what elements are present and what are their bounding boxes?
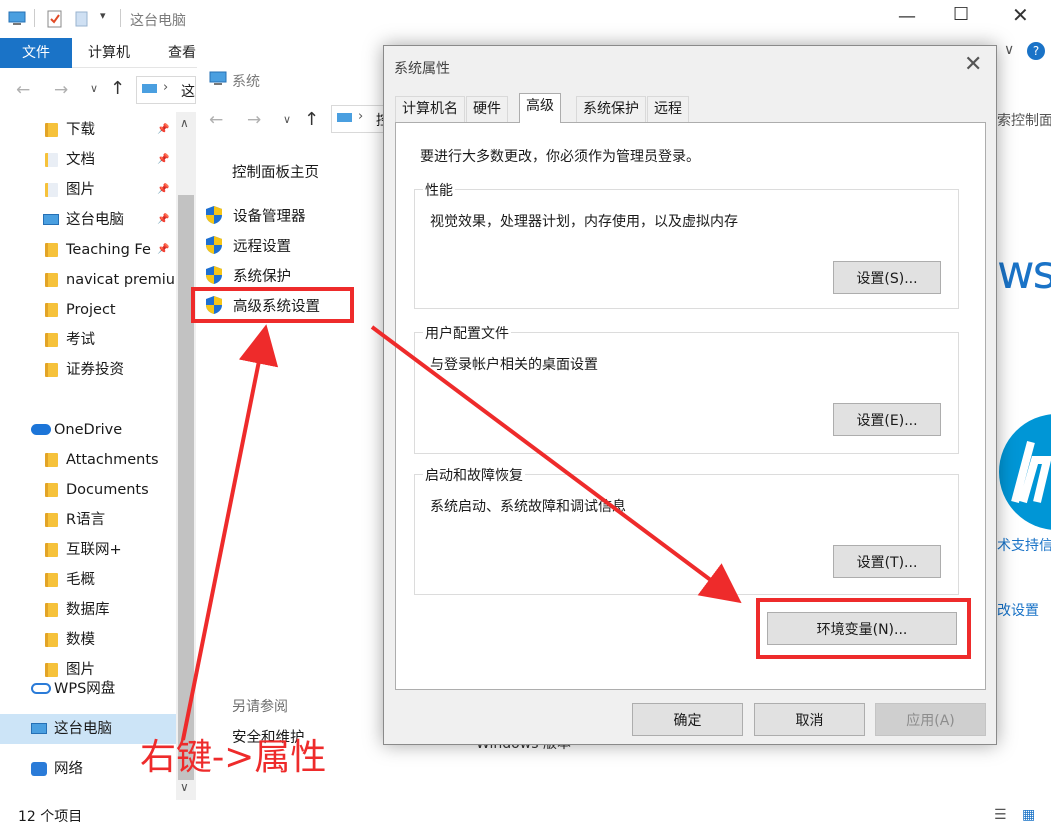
annotation-arrows [181, 324, 742, 741]
arrow-to-advanced-settings [181, 324, 279, 741]
tab-advanced[interactable]: 高级 [519, 93, 561, 123]
arrow-to-environment-variables [370, 325, 742, 604]
annotation-text: 右键->属性 [140, 737, 327, 778]
